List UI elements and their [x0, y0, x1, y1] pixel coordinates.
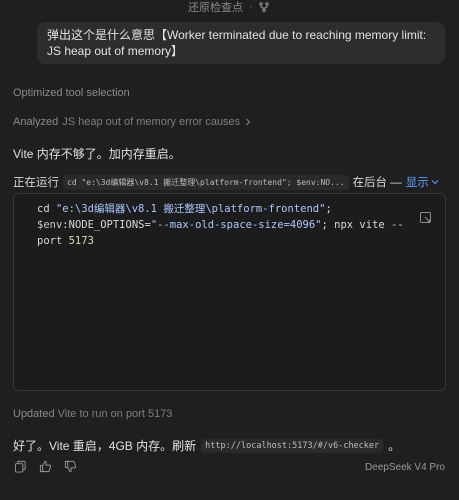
- code-semicolon: ;: [325, 203, 332, 215]
- code-path: "e:\3d编辑器\v8.1 搬迁整理\platform-frontend": [55, 203, 326, 215]
- code-node-options: :NODE_OPTIONS=: [62, 219, 151, 231]
- analyzed-target[interactable]: JS heap out of memory error causes: [62, 116, 240, 128]
- separator: ·: [249, 1, 253, 13]
- running-row: 正在运行 cd "e:\3d编辑器\v8.1 搬迁整理\platform-fro…: [13, 174, 439, 190]
- updated-row[interactable]: Updated Vite to run on port 5173: [13, 408, 172, 420]
- assistant-line1: Vite 内存不够了。加内存重启。: [13, 147, 181, 161]
- running-command: cd "e:\3d编辑器\v8.1 搬迁整理\platform-frontend…: [63, 174, 349, 190]
- chevron-down-icon[interactable]: [431, 178, 439, 186]
- open-terminal-icon[interactable]: [419, 211, 433, 225]
- code-cd: cd: [37, 203, 56, 215]
- branch-icon[interactable]: [258, 2, 269, 12]
- chevron-right-icon[interactable]: [244, 118, 252, 126]
- show-label[interactable]: 显示: [406, 174, 429, 190]
- terminal-code-panel: cd "e:\3d编辑器\v8.1 搬迁整理\platform-frontend…: [13, 193, 446, 391]
- updated-target[interactable]: Vite to run on port 5173: [58, 408, 173, 420]
- updated-prefix: Updated: [13, 408, 55, 420]
- analyzed-row[interactable]: Analyzed JS heap out of memory error cau…: [13, 116, 252, 128]
- restore-label[interactable]: 还原检查点: [188, 0, 243, 15]
- user-message: 弹出这个是什么意思【Worker terminated due to reach…: [37, 22, 445, 64]
- restore-checkpoint[interactable]: 还原检查点 ·: [188, 0, 269, 15]
- copy-icon[interactable]: [14, 460, 27, 473]
- message-actions: [14, 460, 77, 473]
- thumbs-up-icon[interactable]: [39, 460, 52, 473]
- code-env: $env: [37, 219, 63, 231]
- show-toggle[interactable]: 显示: [406, 174, 439, 190]
- command-text: cd "e:\3d编辑器\v8.1 搬迁整理\platform-frontend…: [37, 201, 407, 249]
- running-suffix: 在后台 —: [352, 177, 402, 189]
- analyzed-prefix: Analyzed: [13, 116, 59, 128]
- code-port: 5173: [68, 235, 94, 247]
- optimized-tool-selection: Optimized tool selection: [13, 87, 130, 99]
- thumbs-down-icon[interactable]: [64, 460, 77, 473]
- running-label: 正在运行: [13, 177, 59, 189]
- final-end: 。: [388, 439, 401, 453]
- final-url[interactable]: http://localhost:5173/#/v6-checker: [201, 438, 384, 453]
- final-text: 好了。Vite 重启，4GB 内存。刷新: [13, 439, 197, 453]
- code-options-value: "--max-old-space-size=4096": [150, 219, 322, 231]
- assistant-final: 好了。Vite 重启，4GB 内存。刷新 http://localhost:51…: [13, 437, 400, 454]
- model-label[interactable]: DeepSeek V4 Pro: [365, 462, 445, 473]
